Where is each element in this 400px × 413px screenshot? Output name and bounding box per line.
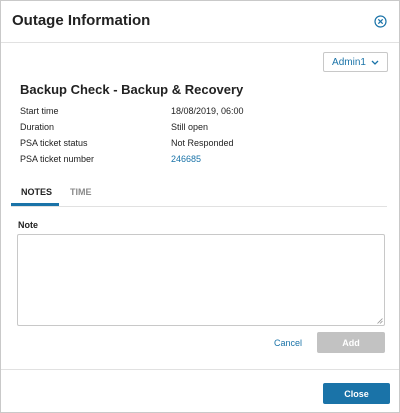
cancel-button[interactable]: Cancel bbox=[274, 338, 302, 348]
dialog-footer: Close bbox=[1, 369, 399, 413]
detail-row-start-time: Start time 18/08/2019, 06:00 bbox=[20, 105, 380, 121]
tab-time[interactable]: TIME bbox=[70, 187, 92, 197]
active-tab-indicator bbox=[11, 203, 59, 206]
user-menu-button[interactable]: Admin1 bbox=[323, 52, 388, 72]
close-button[interactable]: Close bbox=[323, 383, 390, 404]
close-circle-icon[interactable] bbox=[374, 15, 387, 28]
outage-title: Backup Check - Backup & Recovery bbox=[20, 82, 244, 97]
detail-value: Not Responded bbox=[171, 138, 234, 148]
note-label: Note bbox=[18, 220, 38, 230]
tab-notes[interactable]: NOTES bbox=[21, 187, 52, 197]
detail-row-duration: Duration Still open bbox=[20, 121, 380, 137]
add-note-button[interactable]: Add bbox=[317, 332, 385, 353]
resize-grip-icon[interactable] bbox=[377, 318, 383, 324]
tab-bar: NOTES TIME bbox=[11, 181, 387, 207]
detail-key: PSA ticket status bbox=[20, 138, 88, 148]
outage-information-dialog: Outage Information Admin1 Backup Check -… bbox=[0, 0, 400, 413]
chevron-down-icon bbox=[371, 60, 379, 65]
detail-key: Start time bbox=[20, 106, 59, 116]
dialog-header: Outage Information bbox=[1, 1, 399, 43]
detail-row-psa-ticket-status: PSA ticket status Not Responded bbox=[20, 137, 380, 153]
detail-value: 18/08/2019, 06:00 bbox=[171, 106, 244, 116]
psa-ticket-link[interactable]: 246685 bbox=[171, 154, 201, 164]
detail-value: Still open bbox=[171, 122, 209, 132]
detail-key: PSA ticket number bbox=[20, 154, 95, 164]
note-textarea[interactable] bbox=[17, 234, 385, 326]
detail-key: Duration bbox=[20, 122, 55, 132]
user-menu-label: Admin1 bbox=[332, 56, 366, 68]
detail-row-psa-ticket-number: PSA ticket number 246685 bbox=[20, 153, 380, 169]
dialog-title: Outage Information bbox=[12, 12, 151, 29]
outage-details: Start time 18/08/2019, 06:00 Duration St… bbox=[20, 105, 380, 169]
